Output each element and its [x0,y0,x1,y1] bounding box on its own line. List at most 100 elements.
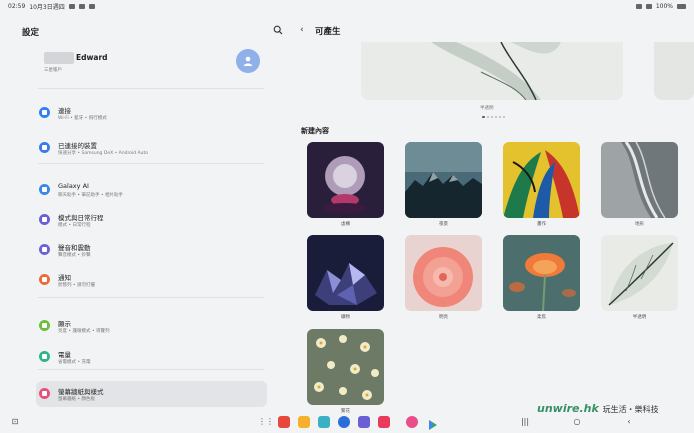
wallpaper-thumbnail [307,329,384,405]
app-icon[interactable] [278,416,290,428]
generative-pane: ‹ 可產生 半透明 新建內容 虛構 夜景 畫作 地形 礦物 明亮 柔焦 半透明 繁花 [290,12,694,414]
settings-item-subtitle: 聲音模式 • 鈴聲 [58,253,91,258]
message-icon [88,3,95,9]
taskbar: ⊡ ⋮⋮ ||| ○ ‹ [0,412,694,433]
settings-item-title: 顯示 [58,320,71,328]
app-icon[interactable] [358,416,370,428]
page-dot [482,116,485,118]
settings-item[interactable]: 模式與日常行程 模式 • 日常行程 [36,207,267,233]
leaf-illustration [361,42,623,100]
mute-icon [635,3,642,9]
app-icon[interactable] [318,416,330,428]
settings-item-title: 模式與日常行程 [58,214,104,222]
modes-icon [39,214,50,225]
settings-item[interactable]: 通知 狀態列 • 請勿打擾 [36,267,267,293]
settings-item[interactable]: 聲音和震動 聲音模式 • 鈴聲 [36,237,267,263]
wallpaper-style-tile[interactable]: 虛構 [307,142,384,230]
watermark: unwire.hk 玩生活・樂科技 [537,402,659,415]
page-title: 設定 [22,28,40,38]
divider [38,163,264,164]
page-indicator [482,116,505,118]
gallery-app-icon[interactable] [406,416,418,428]
status-time: 02:59 [8,2,26,10]
wallpaper-style-tile[interactable]: 畫作 [503,142,580,230]
gallery-icon [78,3,85,9]
notification-icon [39,274,50,285]
wallpaper-style-tile[interactable]: 礦物 [307,235,384,323]
camera-app-icon[interactable] [378,416,390,428]
settings-item-subtitle: 螢幕牆紙 • 顏色板 [58,397,96,402]
watermark-tagline: 玩生活・樂科技 [602,405,659,414]
page-dot [503,116,505,118]
play-store-icon[interactable] [427,416,439,430]
settings-item[interactable]: 電量 省電模式 • 充電 [36,344,267,370]
app-drawer-icon[interactable]: ⋮⋮ [258,417,274,427]
wallpaper-style-tile[interactable]: 半透明 [601,235,678,323]
wifi-status-icon [645,3,652,9]
settings-item[interactable]: 顯示 亮度 • 護眼模式 • 導覽列 [36,313,267,339]
settings-item-title: 螢幕牆紙與樣式 [58,388,104,396]
preview-caption: 半透明 [480,106,494,111]
settings-item[interactable]: 已連接的裝置 快速分享 • Samsung DeX • Android Auto [36,135,267,161]
messages-app-icon[interactable] [338,416,350,428]
wallpaper-preview[interactable] [361,42,623,100]
back-icon[interactable]: ‹ [300,25,310,35]
settings-item[interactable]: 連接 Wi-Fi • 藍牙 • 飛行模式 [36,100,267,126]
page-dot [491,116,493,118]
wallpaper-preview-next[interactable] [654,42,694,100]
page-title: 可產生 [315,27,341,37]
wallpaper-icon [39,388,50,399]
redacted-name [44,52,74,64]
wallpaper-style-tile[interactable]: 柔焦 [503,235,580,323]
battery-level: 100% [655,2,673,10]
settings-item[interactable]: Galaxy AI 聊天助手 • 筆記助手 • 相片助手 [36,177,267,203]
wifi-icon [39,107,50,118]
wallpaper-thumbnail [601,142,678,218]
wallpaper-thumbnail [307,142,384,218]
settings-item-subtitle: 快速分享 • Samsung DeX • Android Auto [58,151,148,156]
wallpaper-thumbnail [503,142,580,218]
settings-item-subtitle: 省電模式 • 充電 [58,360,91,365]
wallpaper-style-tile[interactable]: 地形 [601,142,678,230]
wallpaper-style-caption: 半透明 [632,315,647,320]
galaxy-ai-icon [39,184,50,195]
wallpaper-style-tile[interactable]: 夜景 [405,142,482,230]
wallpaper-style-caption: 畫作 [537,222,546,227]
wallpaper-style-caption: 地形 [635,222,644,227]
wallpaper-style-caption: 礦物 [341,315,350,320]
profile-name: Edward [76,53,108,62]
settings-item-subtitle: 聊天助手 • 筆記助手 • 相片助手 [58,193,124,198]
status-bar: 02:59 10月3日週四 100% [0,0,694,12]
display-icon [39,320,50,331]
settings-item-subtitle: 狀態列 • 請勿打擾 [58,283,96,288]
recents-button[interactable]: ||| [520,417,530,427]
settings-item-title: 電量 [58,351,71,359]
profile-account-label: 三星帳戶 [44,68,62,73]
wallpaper-style-caption: 明亮 [439,315,448,320]
wallpaper-thumbnail [405,142,482,218]
settings-pane: 設定 Edward 三星帳戶 連接 Wi-Fi • 藍牙 • 飛行模式 已連接的裝置… [0,12,290,412]
divider [38,88,264,89]
search-icon[interactable] [273,25,283,35]
user-icon [243,56,253,66]
wallpaper-thumbnail [405,235,482,311]
accessibility-icon[interactable]: ⊡ [10,417,20,427]
notification-icon [68,3,75,9]
battery-icon [677,3,686,9]
settings-item[interactable]: 螢幕牆紙與樣式 螢幕牆紙 • 顏色板 [36,381,267,407]
wallpaper-style-tile[interactable]: 明亮 [405,235,482,323]
back-button[interactable]: ‹ [624,417,634,427]
wallpaper-thumbnail [503,235,580,311]
settings-item-title: 已連接的裝置 [58,142,97,150]
avatar[interactable] [236,49,260,73]
settings-item-title: 連接 [58,107,71,115]
folder-app-icon[interactable] [298,416,310,428]
watermark-brand: unwire.hk [537,402,599,415]
settings-item-subtitle: 亮度 • 護眼模式 • 導覽列 [58,329,110,334]
page-dot [499,116,501,118]
section-heading: 新建內容 [301,127,329,135]
settings-item-subtitle: Wi-Fi • 藍牙 • 飛行模式 [58,116,107,121]
divider [38,297,264,298]
wallpaper-style-tile[interactable]: 繁花 [307,329,384,417]
home-button[interactable]: ○ [572,417,582,427]
